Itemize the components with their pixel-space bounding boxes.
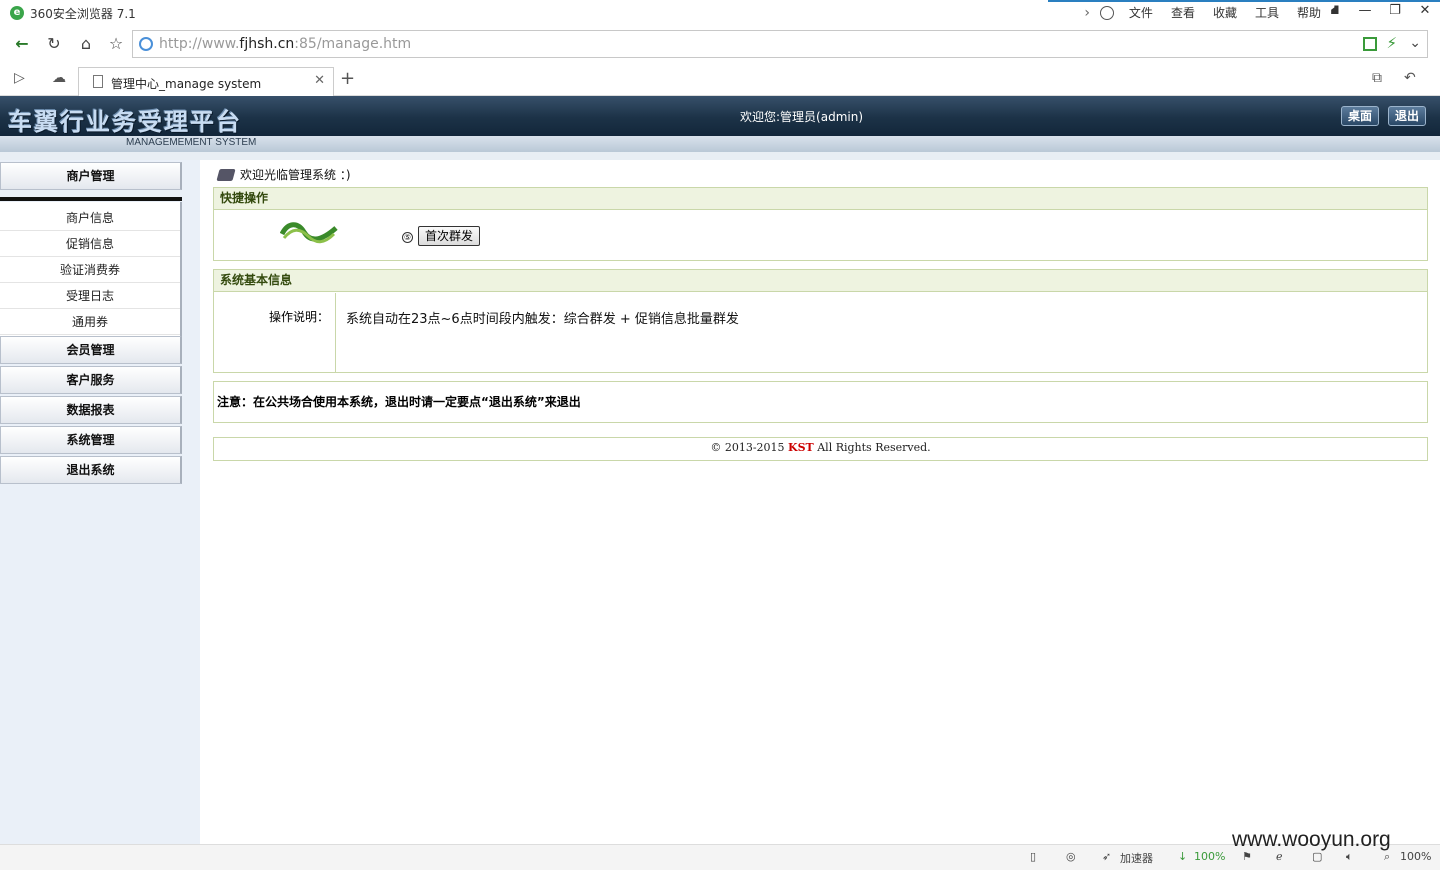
address-bar-row: ← ↻ ⌂ ☆ http://www.fjhsh.cn:85/manage.ht… [0, 26, 1440, 62]
zoom-icon[interactable]: ⌕ [1384, 850, 1390, 864]
menu-tools[interactable]: 工具 [1246, 4, 1288, 21]
watermark: www.wooyun.org [1232, 828, 1391, 851]
radio-mark[interactable]: ⑤ [402, 232, 413, 243]
app-logo: 车翼行业务受理平台 [8, 107, 242, 136]
browser-logo-icon: e [10, 6, 24, 20]
refresh-icon[interactable]: ↻ [42, 32, 66, 56]
breadcrumb-text: 欢迎光临管理系统 ：) [240, 168, 351, 182]
tab-bar: ▷ ☁ 管理中心_manage system ✕ + ⧉ ↶ [0, 62, 1440, 97]
close-window-button[interactable]: ✕ [1410, 0, 1440, 22]
browser-app-title: 360安全浏览器 7.1 [30, 7, 136, 21]
tab-manage-system[interactable]: 管理中心_manage system ✕ [78, 67, 334, 97]
url-input[interactable]: http://www.fjhsh.cn:85/manage.htm ⚡ ⌄ [132, 30, 1428, 58]
sidebar-section-exit[interactable]: 退出系统 [0, 456, 182, 484]
notice-text: 注意：在公共场合使用本系统，退出时请一定要点“退出系统”来退出 [217, 395, 581, 409]
download-icon[interactable]: ↓ [1178, 850, 1187, 863]
rocket-icon[interactable]: ➶ [1102, 850, 1111, 863]
menu-favorites[interactable]: 收藏 [1204, 4, 1246, 21]
browser-titlebar: e 360安全浏览器 7.1 › 文件 查看 收藏 工具 帮助 ⛘ — ❐ ✕ [0, 0, 1440, 26]
notice-panel: 注意：在公共场合使用本系统，退出时请一定要点“退出系统”来退出 [213, 381, 1428, 423]
main-content: 欢迎光临管理系统 ：) 快捷操作 ⑤ 首次群发 系统基本信息 操作说明： 系统自… [200, 160, 1440, 844]
tab-title: 管理中心_manage system [111, 77, 262, 91]
chevron-right-icon[interactable]: › [1080, 5, 1094, 21]
sidebar-item-verify-coupon[interactable]: 验证消费券 [0, 257, 180, 283]
sidebar-item-general-coupon[interactable]: 通用券 [0, 309, 180, 335]
copyright-brand: KST [788, 441, 814, 454]
app-subtitle: MANAGEMEMENT SYSTEM [126, 137, 257, 148]
user-icon[interactable] [1099, 5, 1114, 20]
wave-logo-icon [280, 222, 338, 244]
desktop-button[interactable]: 桌面 [1341, 106, 1380, 126]
cloud-icon[interactable]: ☁ [52, 70, 66, 86]
operation-label: 操作说明： [214, 293, 336, 373]
sidebar-section-reports[interactable]: 数据报表 [0, 396, 182, 424]
star-icon[interactable]: ☆ [104, 32, 128, 56]
copyright: © 2013-2015 KST All Rights Reserved. [710, 441, 931, 454]
minimize-button[interactable]: — [1350, 0, 1380, 22]
globe-icon [139, 37, 153, 51]
window-controls: ⛘ — ❐ ✕ [1320, 0, 1440, 22]
new-tab-button[interactable]: + [340, 68, 355, 89]
book-icon [216, 168, 236, 181]
url-domain: fjhsh.cn [239, 36, 295, 52]
back-arrow-icon[interactable]: ← [10, 32, 34, 56]
system-info-panel: 系统基本信息 操作说明： 系统自动在23点~6点时间段内触发：综合群发 + 促销… [213, 269, 1428, 373]
sidebar-section-merchant[interactable]: 商户管理 [0, 162, 182, 190]
tab-close-icon[interactable]: ✕ [314, 73, 325, 88]
maximize-button[interactable]: ❐ [1380, 0, 1410, 22]
skin-icon[interactable]: ⛘ [1320, 0, 1350, 22]
browser-menu: › 文件 查看 收藏 工具 帮助 [1080, 4, 1330, 21]
chevron-down-icon[interactable]: ⌄ [1409, 35, 1421, 51]
accelerator-label[interactable]: 加速器 [1120, 850, 1153, 866]
quick-actions-title: 快捷操作 [214, 188, 1427, 210]
app-subheader: MANAGEMEMENT SYSTEM [0, 136, 1440, 152]
header-divider [0, 152, 1440, 160]
system-info-title: 系统基本信息 [214, 270, 1427, 292]
sidebar-section-member[interactable]: 会员管理 [0, 336, 182, 364]
operation-description: 系统自动在23点~6点时间段内触发：综合群发 + 促销信息批量群发 [346, 312, 739, 327]
breadcrumb: 欢迎光临管理系统 ：) [216, 166, 351, 183]
welcome-text: 欢迎您:管理员(admin) [740, 110, 864, 124]
phone-icon[interactable]: ▯ [1030, 850, 1036, 863]
speed-dial-icon[interactable]: ◎ [1066, 850, 1076, 863]
app-header: 车翼行业务受理平台 欢迎您:管理员(admin) 桌面 退出 [0, 96, 1440, 136]
sidebar-toggle-icon[interactable]: ▷ [14, 70, 25, 86]
menu-file[interactable]: 文件 [1120, 4, 1162, 21]
browser-statusbar: ▯ ◎ ➶ 加速器 ↓ 100% ⚑ ℯ ▢ 🔈︎ ⌕ 100% [0, 844, 1440, 870]
menu-view[interactable]: 查看 [1162, 4, 1204, 21]
speed-value: 100% [1194, 850, 1226, 863]
sidebar-submenu: 商户信息 促销信息 验证消费券 受理日志 通用券 [0, 202, 182, 336]
restore-tabs-icon[interactable]: ⧉ [1372, 70, 1382, 86]
sidebar-item-merchant-info[interactable]: 商户信息 [0, 205, 180, 231]
zoom-value[interactable]: 100% [1400, 850, 1431, 863]
qrcode-icon[interactable] [1363, 37, 1377, 51]
sidebar: 商户管理 商户信息 促销信息 验证消费券 受理日志 通用券 会员管理 客户服务 … [0, 160, 200, 844]
logout-button[interactable]: 退出 [1388, 106, 1427, 126]
sidebar-section-system[interactable]: 系统管理 [0, 426, 182, 454]
sidebar-divider [0, 197, 182, 201]
sidebar-section-service[interactable]: 客户服务 [0, 366, 182, 394]
lightning-icon[interactable]: ⚡ [1386, 34, 1397, 52]
page-icon [93, 75, 103, 88]
first-broadcast-button[interactable]: 首次群发 [418, 226, 481, 246]
volume-icon[interactable]: 🔈︎ [1346, 850, 1353, 864]
sidebar-item-log[interactable]: 受理日志 [0, 283, 180, 309]
sidebar-item-promotion[interactable]: 促销信息 [0, 231, 180, 257]
quick-actions-panel: 快捷操作 ⑤ 首次群发 [213, 187, 1428, 261]
home-icon[interactable]: ⌂ [74, 32, 98, 56]
footer-panel: © 2013-2015 KST All Rights Reserved. [213, 437, 1428, 461]
url-text[interactable]: http://www.fjhsh.cn:85/manage.htm [159, 36, 411, 52]
undo-icon[interactable]: ↶ [1404, 70, 1416, 86]
